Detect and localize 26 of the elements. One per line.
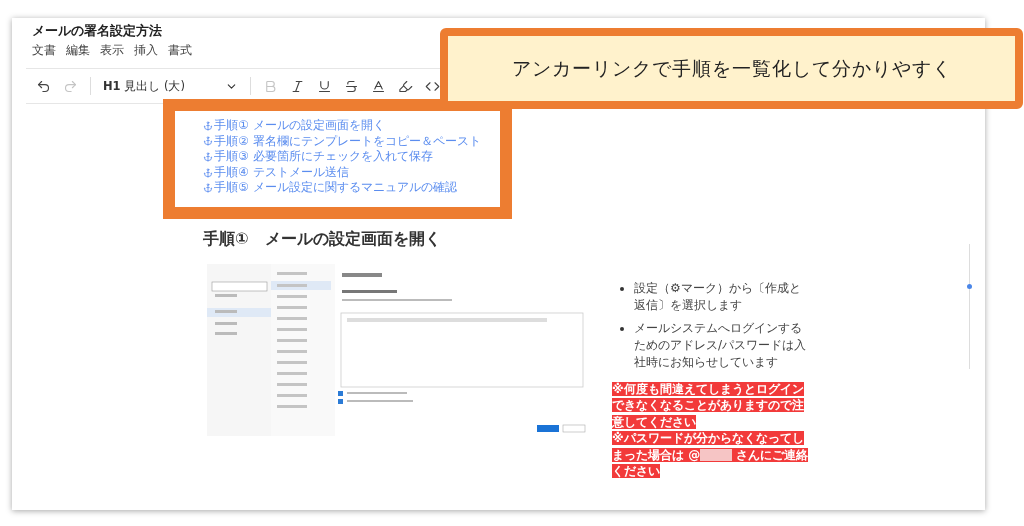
menu-item[interactable]: 挿入 [134,43,158,58]
anchor-icon [203,152,213,162]
bullet-text: メールシステムへログインするためのアドレス/パスワードは入社時にお知らせしています [634,319,808,371]
highlight-button[interactable] [398,78,413,94]
menu-item[interactable]: 文書 [32,43,56,58]
section-heading: 手順① メールの設定画面を開く [203,228,442,250]
anchor-icon [203,120,213,131]
warning-text: ※パスワードが分からなくなってしまった場合は @ さんにご連絡ください [612,430,810,480]
menu-item[interactable]: 表示 [100,43,124,58]
italic-button[interactable] [290,78,305,94]
menu-item[interactable]: 書式 [168,43,192,58]
document-title: メールの署名設定方法 [32,23,162,40]
bullet-icon [620,326,624,331]
warning-text: ※何度も間違えてしまうとログインできなくなることがありますので注意してください [612,380,805,431]
heading-style-dropdown[interactable]: H1 見出し (大) [103,78,238,94]
color-button[interactable] [371,78,386,94]
menu-item[interactable]: 編集 [66,43,90,58]
callout-note: アンカーリンクで手順を一覧化して分かりやすく [440,28,1023,109]
bullet-text: 設定（⚙マーク）から〔作成と返信〕を選択します [634,279,802,314]
anchor-icon [203,136,213,147]
anchor-icon [203,167,213,178]
strike-button[interactable] [344,78,359,94]
undo-button[interactable] [36,78,51,94]
anchor-icon [203,183,213,194]
bullet-icon [620,286,624,291]
underline-button[interactable] [317,78,332,94]
